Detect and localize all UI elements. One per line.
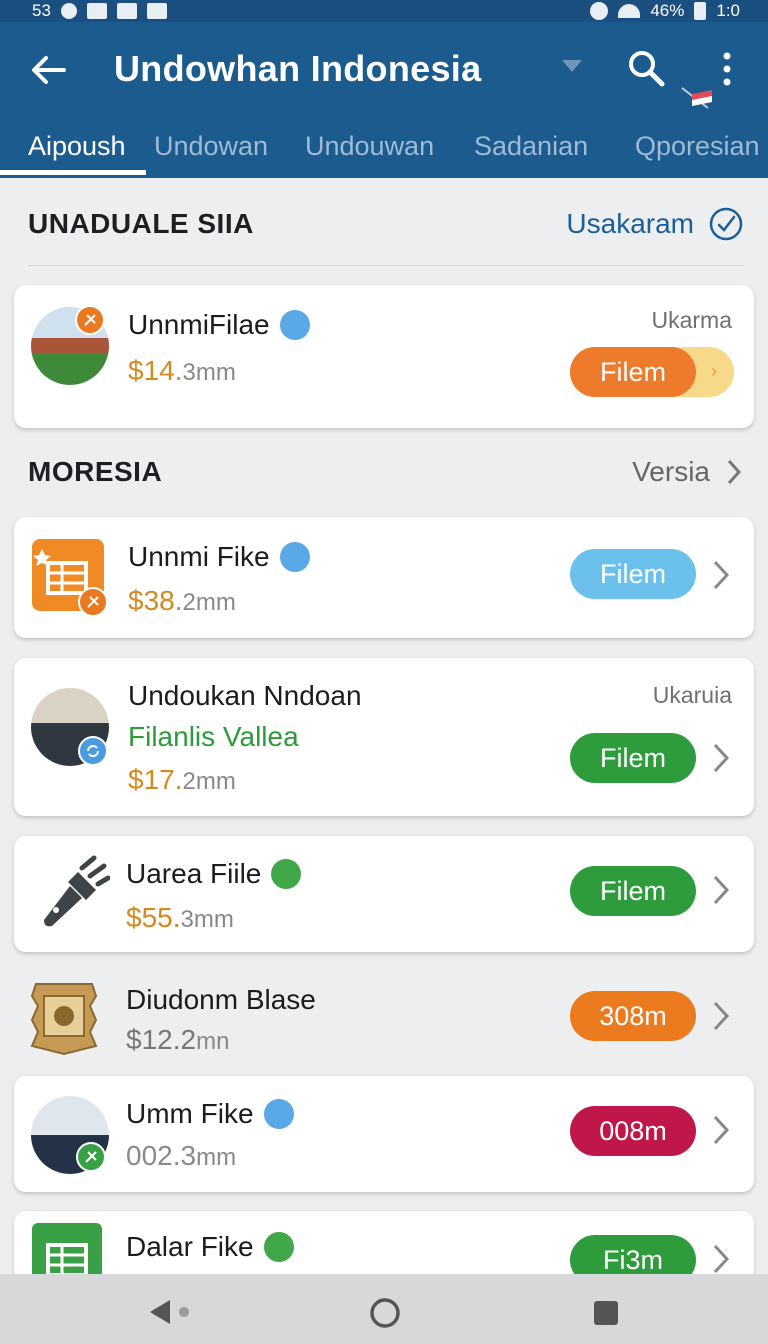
item-price: $38.2mm <box>128 585 236 616</box>
title-dots: ·· <box>462 54 478 81</box>
item-name: Undoukan Nndoan <box>128 680 362 711</box>
battery-icon <box>694 2 707 20</box>
item-subtitle: Filanlis Vallea <box>128 721 299 752</box>
app-title: Undowhan Indonesia <box>114 48 482 89</box>
app-notification-icon <box>86 3 107 19</box>
item-name: Diudonm Blase <box>126 984 316 1015</box>
section-link-label: Usakaram <box>566 208 694 239</box>
list-item[interactable]: Undoukan Nndoan Filanlis Vallea $17.2mm … <box>14 658 754 816</box>
chevron-right-icon[interactable] <box>710 1241 732 1277</box>
document-badge-icon <box>263 1232 294 1262</box>
notification-icon <box>60 3 77 19</box>
tool-badge-icon <box>78 587 108 617</box>
battery-percent: 46% <box>650 1 685 20</box>
sync-badge-icon <box>78 736 108 766</box>
nav-home-icon[interactable] <box>368 1296 402 1330</box>
message-icon <box>116 3 137 19</box>
system-nav-bar <box>0 1274 768 1344</box>
tab-qporesian[interactable]: Qporesian <box>635 116 760 176</box>
certificate-seal-icon <box>30 983 98 1056</box>
item-price: $14.3mm <box>128 355 236 386</box>
item-right-label: Ukaruia <box>652 682 732 708</box>
chevron-right-icon[interactable] <box>710 998 732 1034</box>
back-arrow-icon[interactable] <box>28 50 68 90</box>
amount-button[interactable]: 008m <box>570 1106 696 1156</box>
item-price: $12.2mn <box>126 1024 230 1055</box>
item-name: Uarea Fiile <box>126 858 302 890</box>
nav-back-icon[interactable] <box>146 1298 194 1326</box>
item-name: Unnmi Fike <box>128 541 310 573</box>
item-name: Umm Fike <box>126 1098 294 1130</box>
item-price: $55.3mm <box>126 902 234 933</box>
list-item[interactable]: UnnmiFilae $14.3mm Ukarma Filem › <box>14 285 754 428</box>
section-divider <box>28 265 744 266</box>
list-item[interactable]: Diudonm Blase $12.2mn 308m <box>14 962 754 1072</box>
filem-button[interactable]: Filem <box>570 347 696 397</box>
section-header-1: UNADUALE SIIA Usakaram <box>28 206 744 242</box>
chevron-right-icon[interactable] <box>710 1112 732 1148</box>
item-name: Dalar Fike <box>126 1231 294 1263</box>
tab-sadanian[interactable]: Sadanian <box>474 116 588 176</box>
tab-undowan[interactable]: Undowan <box>154 116 268 176</box>
tab-aipoush[interactable]: Aipoush <box>28 116 126 176</box>
item-right-label: Ukarma <box>651 307 732 333</box>
document-badge-icon <box>263 1099 294 1129</box>
filem-button[interactable]: Filem <box>570 733 696 783</box>
tab-undouwan[interactable]: Undouwan <box>305 116 434 176</box>
search-icon[interactable] <box>626 48 666 88</box>
amount-button[interactable]: 308m <box>570 991 696 1041</box>
check-circle-icon <box>709 207 743 241</box>
tool-badge-icon <box>75 305 105 335</box>
dropdown-caret-icon[interactable] <box>562 60 582 72</box>
list-item[interactable]: Unnmi Fike $38.2mm Filem <box>14 517 754 638</box>
more-options-icon[interactable] <box>712 50 742 90</box>
section-link-label: Versia <box>632 456 710 487</box>
app-bar: Undowhan Indonesia ·· Aipoush Undowan Un… <box>0 22 768 178</box>
document-badge-icon <box>271 859 302 889</box>
chevron-right-icon[interactable] <box>710 557 732 593</box>
tab-bar: Aipoush Undowan Undouwan Sadanian Qpores… <box>0 116 768 178</box>
chevron-right-icon: › <box>711 361 717 381</box>
chevron-right-icon <box>727 459 742 485</box>
status-bar: 53 46% 1:0 <box>0 0 768 22</box>
tool-badge-icon <box>76 1142 106 1172</box>
status-left-text: 53 <box>32 1 51 20</box>
section-link[interactable]: Versia <box>632 456 744 488</box>
filem-button[interactable]: Filem <box>570 866 696 916</box>
item-price: 002.3mm <box>126 1140 237 1171</box>
section-header-2: MORESIA Versia <box>28 456 744 488</box>
list-item[interactable]: Umm Fike 002.3mm 008m <box>14 1076 754 1192</box>
flag-icon <box>681 87 712 109</box>
list-item[interactable]: Uarea Fiile $55.3mm Filem <box>14 836 754 952</box>
active-tab-indicator <box>0 170 146 175</box>
flashlight-icon <box>44 855 110 927</box>
chevron-right-icon[interactable] <box>710 740 732 776</box>
section-link[interactable]: Usakaram <box>566 206 744 242</box>
nav-recents-icon[interactable] <box>592 1299 620 1327</box>
section-title: UNADUALE SIIA <box>28 208 254 239</box>
document-badge-icon <box>279 542 310 572</box>
filem-button[interactable]: Filem <box>570 549 696 599</box>
gallery-icon <box>146 3 167 19</box>
chevron-right-icon[interactable] <box>710 872 732 908</box>
clock: 1:0 <box>716 1 740 20</box>
document-badge-icon <box>279 310 310 340</box>
item-name: UnnmiFilae <box>128 309 310 341</box>
wifi-icon <box>618 4 641 18</box>
section-title: MORESIA <box>28 456 163 487</box>
item-price: $17.2mm <box>128 764 236 795</box>
alarm-icon <box>590 2 609 20</box>
